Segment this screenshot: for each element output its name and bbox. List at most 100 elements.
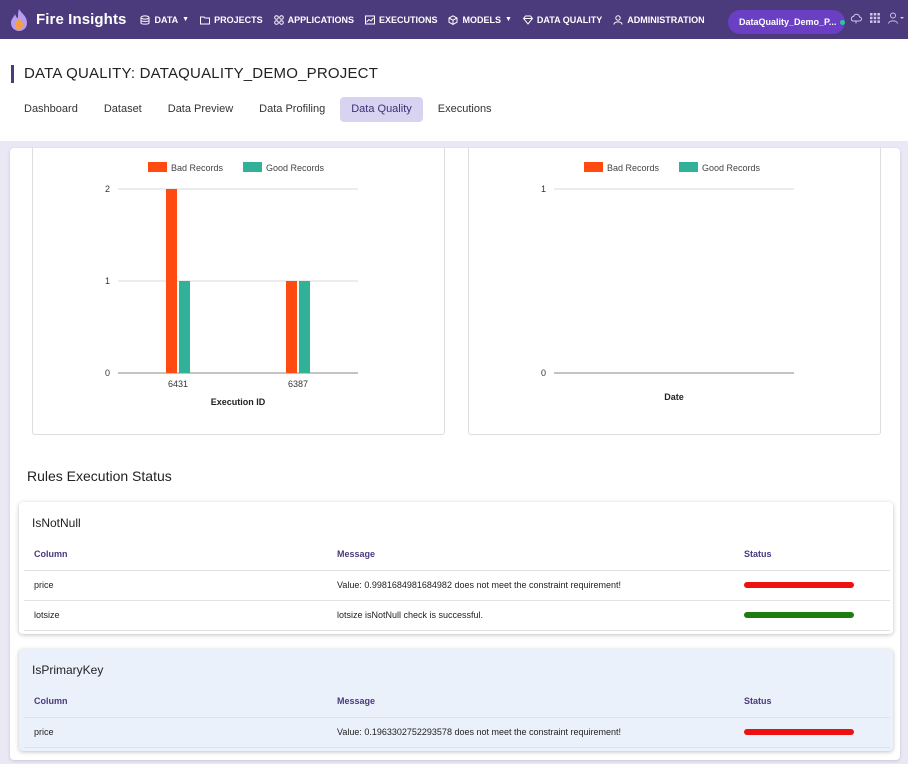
legend-label: Good Records [702,163,761,173]
legend-swatch [148,162,167,172]
admin-icon [613,14,623,25]
apps-icon [273,14,284,25]
nav-item-label: DATA [154,14,179,25]
tab-dataset[interactable]: Dataset [93,97,153,122]
column-header-message: Message [327,685,734,718]
x-tick-label: 6431 [168,379,188,389]
rule-name: IsNotNull [32,516,81,530]
diamond-icon [522,15,533,25]
legend-swatch [584,162,603,172]
project-status-dot [840,19,845,25]
cell-message: Value: 0.1963302752293578 does not meet … [327,717,734,748]
y-tick-label: 0 [105,368,110,378]
table-header-row: Column Message Status [24,538,890,571]
table-row: lotsize lotsize isNotNull check is succes… [24,600,890,631]
cube-icon [448,14,458,25]
column-header-status: Status [734,685,890,718]
nav-item-label: APPLICATIONS [287,14,354,25]
y-tick-label: 0 [541,368,546,378]
legend-swatch [679,162,698,172]
nav-item-label: EXECUTIONS [378,14,438,25]
rules-section-title: Rules Execution Status [27,468,172,484]
nav-item-data-quality[interactable]: DATA QUALITY [522,14,603,25]
nav-item-label: DATA QUALITY [536,14,603,25]
legend-swatch [243,162,262,172]
rule-table: Column Message Status price Value: 0.1963302… [24,685,890,748]
nav-item-models[interactable]: MODELS ▼ [448,14,512,25]
table-row: price Value: 0.1963302752293578 does not … [24,717,890,748]
project-name: DataQuality_Demo_P... [739,17,837,27]
cell-column: price [24,570,327,601]
column-header-message: Message [327,538,734,571]
cell-status [734,600,890,631]
nav-item-label: MODELS [462,14,501,25]
cell-status [734,570,890,601]
title-accent-bar [11,65,14,83]
page-title: DATA QUALITY: DATAQUALITY_DEMO_PROJECT [24,65,379,82]
tab-data-profiling[interactable]: Data Profiling [248,97,336,122]
x-tick-label: 6387 [288,379,308,389]
user-icon[interactable] [888,12,904,24]
tab-data-quality[interactable]: Data Quality [340,97,423,122]
legend-label: Bad Records [607,163,660,173]
page-header: DATA QUALITY: DATAQUALITY_DEMO_PROJECT D… [0,39,908,141]
column-header-column: Column [24,685,327,718]
rule-table: Column Message Status price Value: 0.9981684… [24,538,890,631]
executions-icon [364,15,375,24]
cell-column: lotsize [24,600,327,631]
cell-status [734,717,890,748]
database-icon [140,14,150,25]
bar-bad-records-6387[interactable] [286,281,297,373]
caret-down-icon: ▼ [504,16,512,23]
legend-label: Bad Records [171,163,224,173]
tab-dashboard[interactable]: Dashboard [13,97,89,122]
y-tick-label: 2 [105,184,110,194]
status-fail-bar [744,582,854,588]
status-pass-bar [744,612,854,618]
bar-bad-records-6431[interactable] [166,189,177,373]
y-tick-label: 1 [105,276,110,286]
execution-chart-card: Bad Records Good Records 0 1 2 6431 6387 Execut… [32,148,445,435]
bar-good-records-6431[interactable] [179,281,190,373]
cell-message: Value: 0.9981684981684982 does not meet … [327,570,734,601]
caret-down-icon: ▼ [182,16,190,23]
table-row: price Value: 0.9981684981684982 does not … [24,570,890,601]
date-records-chart: Bad Records Good Records 0 1 Date [541,162,794,402]
page-tabs: Dashboard Dataset Data Preview Data Profili… [13,97,507,122]
nav-item-executions[interactable]: EXECUTIONS [364,14,438,25]
folder-icon [200,16,211,24]
bar-good-records-6387[interactable] [299,281,310,373]
column-header-column: Column [24,538,327,571]
main-nav: DATA ▼ PROJECTS APPLICATIONS EXECUTIONS MODEL… [140,15,715,25]
nav-item-applications[interactable]: APPLICATIONS [273,14,354,25]
grid-menu-icon[interactable] [870,13,880,23]
y-tick-label: 1 [541,184,546,194]
top-icons [850,12,908,24]
nav-item-label: ADMINISTRATION [627,14,705,25]
x-axis-label: Date [664,392,684,402]
project-selector[interactable]: DataQuality_Demo_P... [728,10,845,34]
cell-message: lotsize isNotNull check is successful. [327,600,734,631]
table-header-row: Column Message Status [24,685,890,718]
tab-executions[interactable]: Executions [427,97,503,122]
legend-label: Good Records [266,163,325,173]
top-navbar: Fire Insights DATA ▼ PROJECTS APPLICATIONS E… [0,0,908,39]
x-axis-label: Execution ID [211,397,266,407]
nav-item-data[interactable]: DATA ▼ [140,15,189,25]
cell-column: price [24,717,327,748]
rule-card-isnotnull: IsNotNull Column Message Status price Value: … [19,502,893,634]
cloud-icon[interactable] [850,12,862,24]
status-fail-bar [744,729,854,735]
rule-card-isprimarykey: IsPrimaryKey Column Message Status price Valu… [19,649,893,751]
brand[interactable]: Fire Insights [8,8,126,32]
nav-item-projects[interactable]: PROJECTS [200,15,263,25]
app-name: Fire Insights [36,11,127,28]
data-quality-panel: Bad Records Good Records 0 1 2 6431 6387 Execut… [10,148,900,760]
flame-logo-icon [11,8,27,31]
nav-item-administration[interactable]: ADMINISTRATION [613,14,705,25]
date-chart-card: Bad Records Good Records 0 1 Date [468,148,881,435]
tab-data-preview[interactable]: Data Preview [157,97,244,122]
nav-item-label: PROJECTS [214,14,263,25]
rule-name: IsPrimaryKey [32,663,104,677]
column-header-status: Status [734,538,890,571]
